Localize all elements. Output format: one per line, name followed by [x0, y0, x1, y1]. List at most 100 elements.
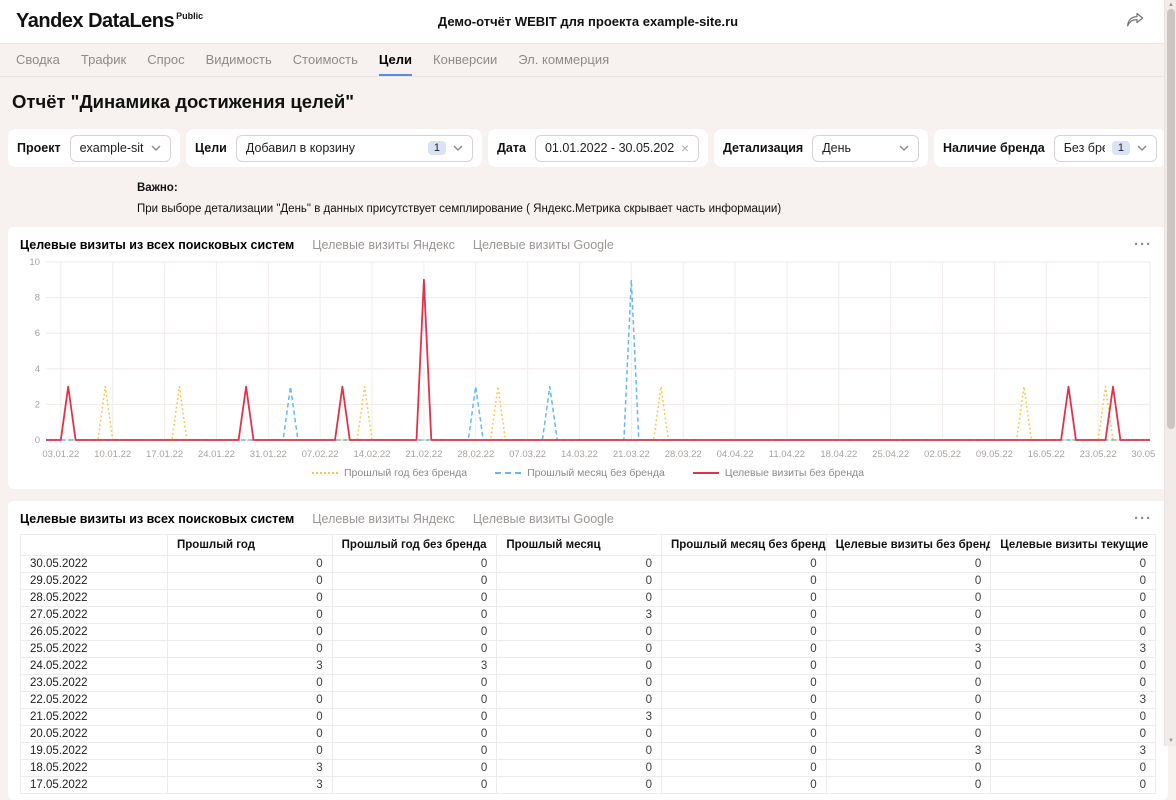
- filter-label: Наличие бренда: [943, 141, 1045, 155]
- chevron-down-icon: [453, 145, 463, 151]
- value-cell: 0: [496, 725, 662, 743]
- filter-select[interactable]: День: [812, 134, 919, 162]
- scroll-up-icon[interactable]: ▲: [1165, 2, 1176, 8]
- value-cell: 0: [331, 742, 498, 760]
- value-cell: 3: [167, 759, 333, 777]
- widget-tab[interactable]: Целевые визиты из всех поисковых систем: [20, 512, 294, 526]
- nav-tab[interactable]: Трафик: [81, 44, 126, 76]
- table-row: 20.05.2022 0 0 0 0 0 0: [20, 725, 1156, 743]
- value-cell: 0: [990, 555, 1156, 573]
- x-axis-label: 10.01.22: [94, 449, 131, 460]
- value-cell: 0: [990, 674, 1156, 692]
- date-cell: 23.05.2022: [20, 674, 168, 692]
- scrollbar[interactable]: ▲ ▼: [1164, 0, 1176, 746]
- table-row: 27.05.2022 0 0 3 0 0 0: [20, 606, 1156, 624]
- date-cell: 30.05.2022: [20, 555, 168, 573]
- date-cell: 19.05.2022: [20, 742, 168, 760]
- widget-tab[interactable]: Целевые визиты из всех поисковых систем: [20, 238, 294, 252]
- value-cell: 0: [331, 725, 498, 743]
- clear-icon[interactable]: ×: [681, 141, 689, 155]
- value-cell: 0: [496, 640, 662, 658]
- value-cell: 0: [660, 623, 827, 641]
- widget-tab[interactable]: Целевые визиты Яндекс: [312, 238, 455, 252]
- logo-text: Yandex DataLens: [16, 10, 175, 32]
- chevron-down-icon: [151, 145, 161, 151]
- value-cell: 0: [167, 640, 333, 658]
- value-cell: 0: [660, 555, 827, 573]
- date-cell: 21.05.2022: [20, 708, 168, 726]
- filter-card: Дата 01.01.2022 - 30.05.2022 ×: [488, 129, 708, 167]
- legend-label: Целевые визиты без бренда: [724, 467, 864, 479]
- nav-tab[interactable]: Сводка: [16, 44, 60, 76]
- value-cell: 0: [825, 708, 992, 726]
- scroll-down-icon[interactable]: ▼: [1165, 738, 1176, 744]
- widget-tab[interactable]: Целевые визиты Яндекс: [312, 512, 455, 526]
- date-cell: 28.05.2022: [20, 589, 168, 607]
- x-axis-label: 14.03.22: [561, 449, 598, 460]
- legend-item[interactable]: Прошлый год без бренда: [312, 467, 467, 479]
- x-axis-label: 28.03.22: [665, 449, 702, 460]
- value-cell: 0: [331, 640, 498, 658]
- more-menu-button[interactable]: ···: [1130, 237, 1156, 252]
- filter-select[interactable]: Без бренда 1: [1053, 134, 1157, 162]
- value-cell: 0: [496, 657, 662, 675]
- value-cell: 0: [825, 555, 992, 573]
- x-axis-label: 23.05.22: [1080, 449, 1117, 460]
- value-cell: 0: [331, 674, 498, 692]
- nav-tab[interactable]: Эл. коммерция: [518, 44, 609, 76]
- yandex-datalens-logo[interactable]: Yandex DataLens Public: [16, 10, 203, 33]
- value-cell: 0: [496, 759, 662, 777]
- value-cell: 0: [331, 776, 498, 794]
- count-badge: 1: [1111, 141, 1130, 155]
- value-cell: 0: [167, 606, 333, 624]
- value-cell: 0: [331, 589, 498, 607]
- x-axis-label: 21.03.22: [613, 449, 650, 460]
- filter-label: Детализация: [723, 141, 804, 155]
- x-axis-label: 18.04.22: [820, 449, 857, 460]
- report-nav-tabs: Сводка Трафик Спрос Видимость Стоимость Цели К…: [0, 44, 1176, 77]
- nav-tab[interactable]: Видимость: [206, 44, 272, 76]
- chart-widget-tabs: Целевые визиты из всех поисковых систем Ц…: [20, 235, 1156, 256]
- widget-tab[interactable]: Целевые визиты Google: [473, 512, 614, 526]
- value-cell: 0: [331, 691, 498, 709]
- table-row: 17.05.2022 3 0 0 0 0 0: [20, 776, 1156, 794]
- value-cell: 0: [167, 674, 333, 692]
- filter-select[interactable]: example-site.ru: [69, 134, 171, 162]
- chevron-down-icon: [1137, 145, 1147, 151]
- y-axis-label: 6: [35, 328, 40, 339]
- value-cell: 0: [660, 640, 827, 658]
- nav-tab[interactable]: Цели: [378, 44, 413, 76]
- legend-item[interactable]: Прошлый месяц без бренда: [495, 467, 665, 479]
- more-menu-button[interactable]: ···: [1130, 511, 1156, 526]
- table-row: 21.05.2022 0 0 3 0 0 0: [20, 708, 1156, 726]
- filter-select[interactable]: 01.01.2022 - 30.05.2022 ×: [534, 134, 699, 162]
- value-cell: 0: [167, 623, 333, 641]
- value-cell: 0: [825, 776, 992, 794]
- x-axis-label: 30.05.22: [1132, 449, 1156, 460]
- value-cell: 0: [990, 725, 1156, 743]
- share-button[interactable]: [1122, 8, 1148, 35]
- filter-value: День: [822, 141, 852, 155]
- filter-value: Без бренда: [1063, 141, 1105, 155]
- value-cell: 0: [825, 589, 992, 607]
- value-cell: 0: [660, 776, 827, 794]
- filter-select[interactable]: Добавил в корзину 1: [235, 134, 473, 162]
- nav-tab[interactable]: Стоимость: [293, 44, 358, 76]
- value-cell: 0: [331, 759, 498, 777]
- legend-item[interactable]: Целевые визиты без бренда: [692, 467, 864, 479]
- x-axis-label: 28.02.22: [457, 449, 494, 460]
- value-cell: 0: [496, 742, 662, 760]
- value-cell: 3: [990, 742, 1156, 760]
- legend-label: Прошлый год без бренда: [344, 467, 468, 479]
- column-header: Прошлый месяц: [496, 534, 662, 556]
- x-axis-label: 04.04.22: [717, 449, 754, 460]
- notice-title: Важно:: [137, 182, 178, 194]
- date-cell: 20.05.2022: [20, 725, 168, 743]
- value-cell: 0: [990, 759, 1156, 777]
- scrollbar-thumb[interactable]: [1167, 9, 1175, 429]
- y-axis-label: 4: [35, 364, 40, 375]
- widget-tab[interactable]: Целевые визиты Google: [473, 238, 614, 252]
- x-axis-label: 21.02.22: [405, 449, 442, 460]
- nav-tab[interactable]: Спрос: [147, 44, 184, 76]
- nav-tab[interactable]: Конверсии: [433, 44, 497, 76]
